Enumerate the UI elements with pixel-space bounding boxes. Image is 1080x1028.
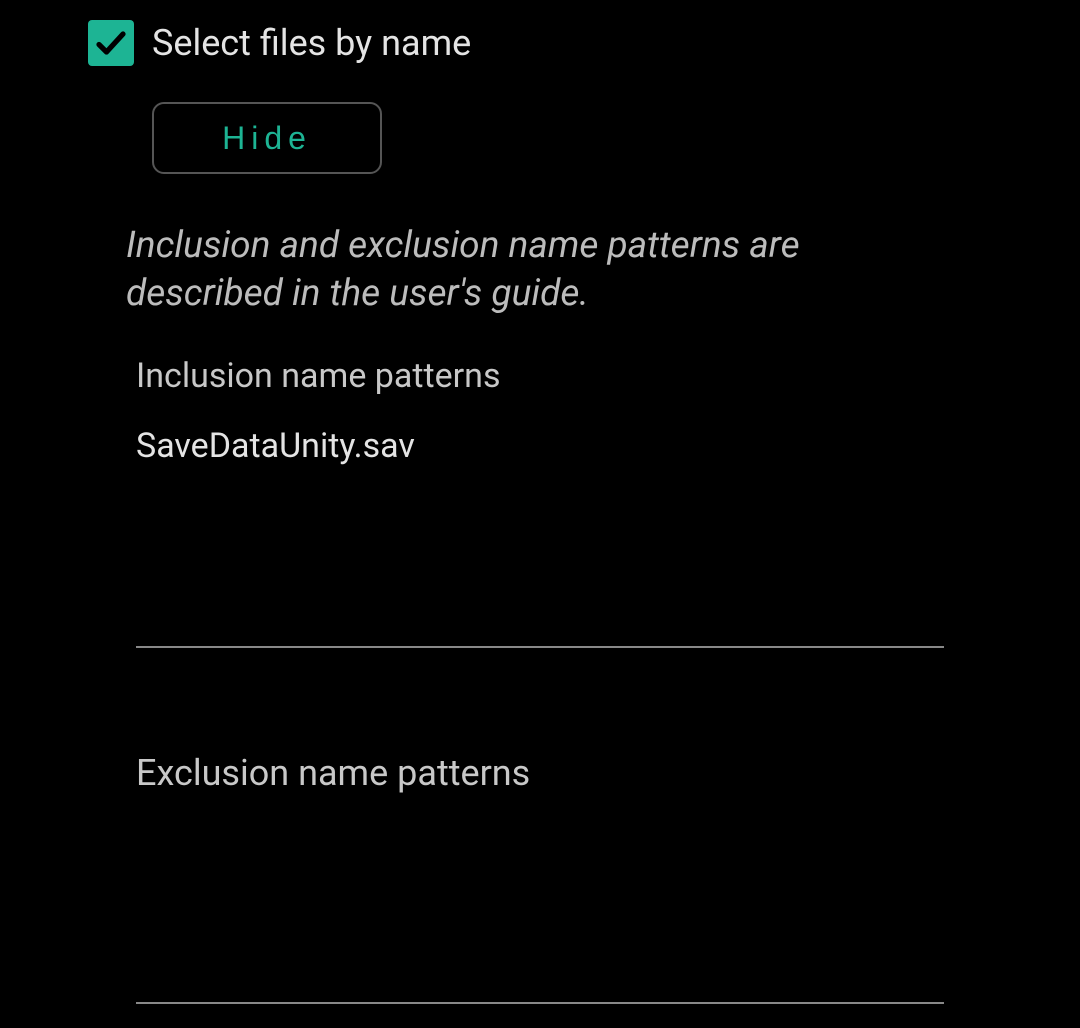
exclusion-patterns-input[interactable] (136, 824, 944, 1004)
select-files-by-name-checkbox[interactable] (88, 20, 134, 66)
hide-button[interactable]: Hide (152, 102, 382, 174)
inclusion-patterns-input[interactable] (136, 426, 944, 648)
select-files-by-name-row: Select files by name (0, 20, 1080, 66)
exclusion-patterns-label: Exclusion name patterns (0, 752, 1080, 794)
hide-button-label: Hide (222, 120, 312, 157)
inclusion-patterns-label: Inclusion name patterns (0, 356, 1080, 396)
check-icon (93, 25, 129, 61)
select-files-by-name-label: Select files by name (152, 22, 471, 64)
patterns-description: Inclusion and exclusion name patterns ar… (0, 222, 1080, 318)
